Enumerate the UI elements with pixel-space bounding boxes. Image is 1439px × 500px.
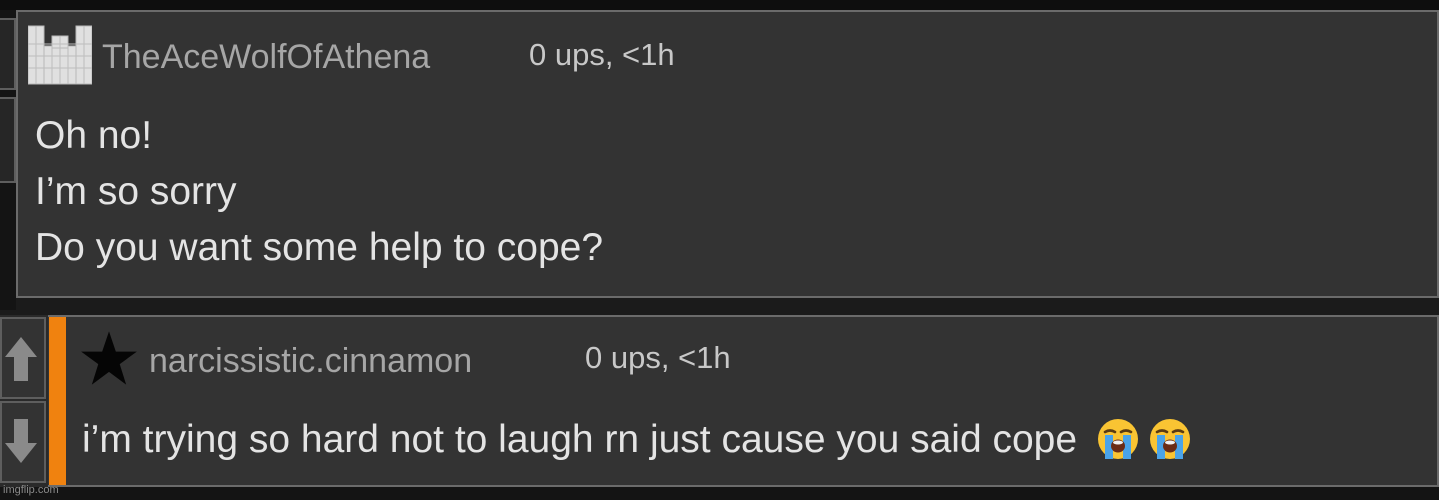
comment-username[interactable]: TheAceWolfOfAthena bbox=[102, 38, 430, 77]
comment-text-line: Oh no! bbox=[35, 114, 153, 157]
comment-username[interactable]: narcissistic.cinnamon bbox=[149, 342, 472, 381]
arrow-down-icon bbox=[5, 419, 37, 463]
downvote-button[interactable] bbox=[0, 401, 46, 483]
comment-text-line: Do you want some help to cope? bbox=[35, 226, 604, 269]
castle-avatar-icon[interactable] bbox=[28, 24, 92, 86]
thread-gutter-tab bbox=[0, 97, 16, 183]
comment-text-line: I’m so sorry bbox=[35, 170, 237, 213]
bottom-bar bbox=[0, 487, 1439, 500]
comment-text: i’m trying so hard not to laugh rn just … bbox=[82, 418, 1078, 461]
top-bar bbox=[0, 0, 1439, 10]
comment-text-line: i’m trying so hard not to laugh rn just … bbox=[82, 418, 1192, 464]
watermark: imgflip.com bbox=[3, 484, 59, 496]
star-icon bbox=[81, 331, 137, 385]
thread-gutter-tab bbox=[0, 18, 16, 90]
comment-highlight-bar bbox=[49, 317, 66, 485]
upvote-button[interactable] bbox=[0, 317, 46, 399]
comment-meta: 0 ups, <1h bbox=[585, 340, 731, 375]
arrow-up-icon bbox=[5, 337, 37, 381]
loudly-crying-face-emoji bbox=[1097, 418, 1138, 459]
comment-meta: 0 ups, <1h bbox=[529, 37, 675, 72]
loudly-crying-face-emoji bbox=[1149, 418, 1190, 459]
